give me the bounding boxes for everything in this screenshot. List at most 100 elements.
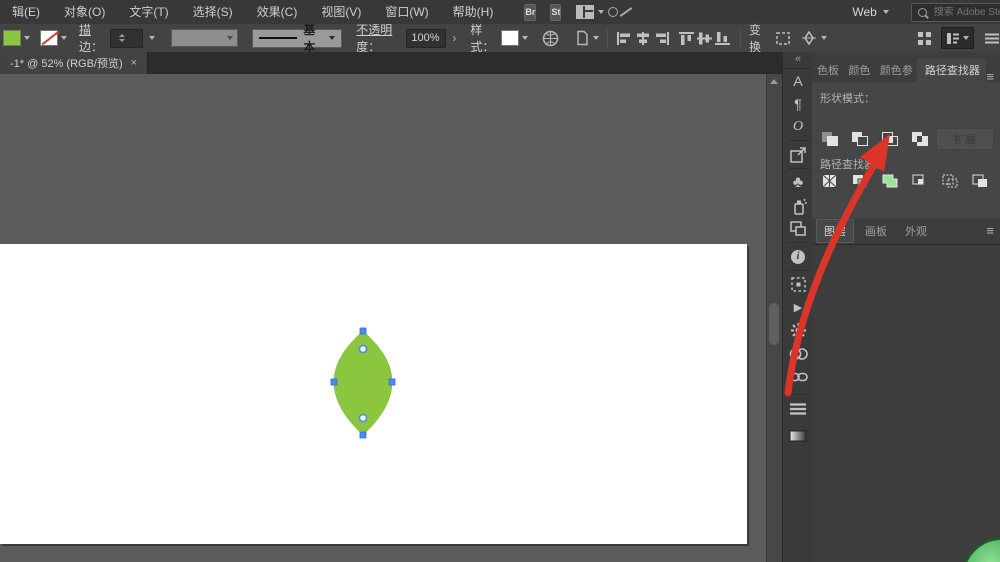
right-panel-group: 色板 颜色 颜色参 路径查找器 ≡ 形状模式： 扩展 路径查找器： 图层 画板 … <box>812 52 1000 562</box>
align-vcenter-icon[interactable] <box>696 29 714 47</box>
cc-libraries-panel-icon[interactable] <box>785 342 811 365</box>
menu-select[interactable]: 选择(S) <box>181 0 245 24</box>
pathfinder-buttons <box>820 172 990 190</box>
tab-color[interactable]: 颜色 <box>843 58 874 82</box>
divider <box>607 29 609 47</box>
anchor-left[interactable] <box>330 378 338 386</box>
export-panel-icon[interactable] <box>785 143 811 166</box>
illustrator-window: 辑(E) 对象(O) 文字(T) 选择(S) 效果(C) 视图(V) 窗口(W)… <box>0 0 1000 562</box>
stock-search[interactable] <box>910 2 1000 22</box>
align-bottom-icon[interactable] <box>714 29 732 47</box>
tab-artboards[interactable]: 画板 <box>858 220 894 242</box>
shape-options-button[interactable] <box>800 30 827 46</box>
close-document-icon[interactable]: × <box>131 57 137 69</box>
brush-definition-dropdown[interactable]: 基本 <box>252 23 343 54</box>
info-panel-icon[interactable]: i <box>785 245 811 268</box>
menu-edit[interactable]: 辑(E) <box>0 0 52 24</box>
minus-back-button[interactable] <box>970 172 990 190</box>
layers-tab-row: 图层 画板 外观 ≡ <box>812 218 1000 245</box>
layers-menu-icon[interactable]: ≡ <box>986 224 994 237</box>
scroll-up-icon[interactable] <box>770 79 778 84</box>
align-left-icon[interactable] <box>616 29 634 47</box>
fill-color-dropdown[interactable] <box>3 30 30 46</box>
corner-widget-bottom[interactable] <box>358 413 368 423</box>
opacity-label[interactable]: 不透明度： <box>356 21 401 55</box>
document-tab[interactable]: -1* @ 52% (RGB/预览) × <box>0 52 149 74</box>
menu-type[interactable]: 文字(T) <box>117 0 180 24</box>
transform-button[interactable]: 变换 <box>749 21 767 55</box>
graphic-styles-panel-icon[interactable] <box>785 319 811 342</box>
align-center-icon[interactable] <box>634 29 652 47</box>
unite-button[interactable] <box>820 130 840 148</box>
tab-layers[interactable]: 图层 <box>816 219 854 243</box>
workspace-switcher[interactable]: Web <box>852 5 889 19</box>
opacity-more-button[interactable]: › <box>452 31 456 45</box>
minus-front-button[interactable] <box>850 130 870 148</box>
search-input[interactable] <box>931 5 1000 19</box>
anchor-top[interactable] <box>359 327 367 335</box>
anchor-bottom[interactable] <box>359 431 367 439</box>
leaf-shape-selection <box>330 327 396 439</box>
expand-button[interactable]: 扩展 <box>936 128 994 150</box>
stroke-color-dropdown[interactable] <box>40 30 67 46</box>
recolor-artwork-icon[interactable] <box>542 30 559 47</box>
bounding-box-icon[interactable] <box>775 29 792 47</box>
intersect-button[interactable] <box>880 130 900 148</box>
menu-effect[interactable]: 效果(C) <box>245 0 310 24</box>
brush-name: 基本 <box>303 23 316 54</box>
outline-button[interactable] <box>940 172 960 190</box>
style-dropdown[interactable] <box>501 30 529 46</box>
collapse-dock-icon[interactable]: « <box>783 52 813 69</box>
arrange-documents-button[interactable] <box>576 5 605 19</box>
corner-widget-top[interactable] <box>358 344 368 354</box>
align-top-icon[interactable] <box>678 29 696 47</box>
exclude-button[interactable] <box>910 130 930 148</box>
stock-button[interactable]: St <box>550 3 562 21</box>
links-panel-icon[interactable] <box>785 365 811 388</box>
tab-appearance[interactable]: 外观 <box>898 220 934 242</box>
divider <box>787 168 809 169</box>
opentype-panel-icon[interactable]: O <box>785 115 811 138</box>
symbols-panel-icon[interactable]: ♣ <box>785 171 811 194</box>
control-bar-menu-icon[interactable] <box>984 29 1000 47</box>
divide-button[interactable] <box>820 172 840 190</box>
actions-panel-icon[interactable]: ▶ <box>785 296 811 319</box>
tab-pathfinder[interactable]: 路径查找器 <box>916 58 987 82</box>
anchor-right[interactable] <box>388 378 396 386</box>
panel-menu-icon[interactable]: ≡ <box>986 70 994 83</box>
symbol-sprayer-panel-icon[interactable] <box>785 194 811 217</box>
stroke-swatch-none <box>40 30 58 46</box>
trim-button[interactable] <box>850 172 870 190</box>
scrollbar-thumb[interactable] <box>769 303 779 345</box>
opacity-input[interactable] <box>406 28 447 48</box>
canvas-area[interactable] <box>0 74 766 562</box>
divider <box>787 270 809 271</box>
gradient-panel-icon[interactable] <box>785 424 811 447</box>
document-title: -1* @ 52% (RGB/预览) <box>10 58 123 70</box>
tab-swatches[interactable]: 色板 <box>812 58 843 82</box>
align-right-icon[interactable] <box>652 29 670 47</box>
touch-workspace-icon[interactable] <box>917 29 933 47</box>
artboards-panel-icon[interactable] <box>785 217 811 240</box>
brush-stroke-preview <box>259 37 298 39</box>
fill-swatch <box>3 30 21 46</box>
stroke-profile-dropdown[interactable] <box>170 29 239 47</box>
document-setup-button[interactable] <box>575 30 600 46</box>
pathfinder-panel-body: 形状模式： 扩展 路径查找器： <box>812 82 1000 219</box>
arrange-documents-icon <box>576 5 595 19</box>
panel-dock-toggle[interactable] <box>940 27 974 49</box>
shape-mode-buttons <box>820 130 930 148</box>
crop-button[interactable] <box>910 172 930 190</box>
document-tab-bar: -1* @ 52% (RGB/预览) × <box>0 52 782 74</box>
character-panel-icon[interactable]: A <box>785 69 811 92</box>
bridge-button[interactable]: Br <box>524 3 537 21</box>
layers-list-icon[interactable] <box>785 397 811 420</box>
vertical-scrollbar[interactable] <box>766 74 782 562</box>
tab-color-guide[interactable]: 颜色参 <box>875 58 917 82</box>
stroke-weight-label[interactable]: 描边： <box>79 21 106 55</box>
align-panel-icon[interactable] <box>785 273 811 296</box>
stroke-weight-stepper[interactable] <box>110 28 143 48</box>
paragraph-panel-icon[interactable]: ¶ <box>785 92 811 115</box>
merge-button[interactable] <box>880 172 900 190</box>
stroke-weight-dropdown[interactable] <box>148 36 155 40</box>
